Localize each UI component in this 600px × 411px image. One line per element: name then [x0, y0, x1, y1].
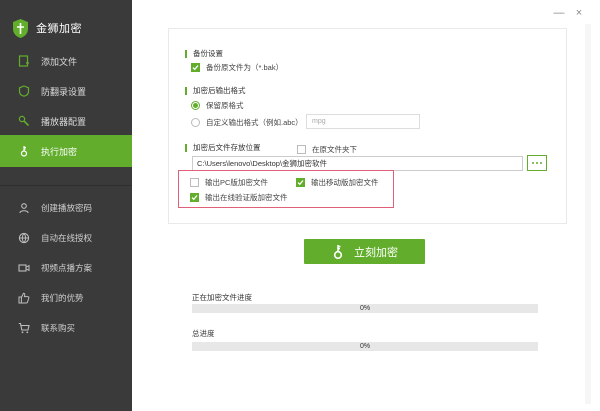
- sidebar-item-label: 联系购买: [41, 323, 76, 333]
- total-progress-label: 总进度: [192, 329, 215, 338]
- sidebar-item-add-file[interactable]: 添加文件: [0, 45, 132, 77]
- sidebar-item-encrypt[interactable]: 执行加密: [0, 135, 132, 167]
- key-icon: [333, 244, 343, 259]
- sidebar-item-contact-purchase[interactable]: 联系购买: [0, 312, 132, 344]
- globe-icon: [18, 232, 30, 244]
- backup-checkbox-label: 备份原文件为（*.bak）: [206, 63, 284, 72]
- backup-checkbox[interactable]: [191, 63, 200, 72]
- browse-button[interactable]: [527, 155, 547, 171]
- current-progress-bar: 0%: [192, 304, 538, 313]
- sidebar-item-label: 播放器配置: [41, 116, 87, 127]
- in-source-folder-row[interactable]: 在原文件夹下: [297, 144, 357, 155]
- backup-checkbox-row[interactable]: 备份原文件为（*.bak）: [191, 62, 283, 73]
- scrollbar-thumb[interactable]: [585, 24, 591, 404]
- sidebar: 金狮加密 添加文件 防翻录设置 播放器配置 执行加密 创建播放密码 自动在线授权…: [0, 0, 132, 411]
- pc-version-label: 输出PC版加密文件: [205, 178, 268, 187]
- video-icon: [18, 262, 30, 274]
- save-location-title: 加密后文件存放位置: [185, 144, 261, 152]
- in-source-folder-label: 在原文件夹下: [312, 145, 357, 154]
- dot-icon: [532, 162, 534, 164]
- user-icon: [18, 202, 30, 214]
- mobile-version-checkbox[interactable]: [296, 178, 305, 187]
- cart-icon: [18, 322, 30, 334]
- add-file-icon: [18, 55, 30, 67]
- pc-version-row[interactable]: 输出PC版加密文件: [190, 177, 268, 188]
- wrench-icon: [18, 115, 30, 127]
- sidebar-item-label: 防翻录设置: [41, 86, 87, 97]
- dot-icon: [536, 162, 538, 164]
- sidebar-divider: [0, 185, 132, 186]
- minimize-button[interactable]: —: [552, 6, 566, 20]
- encrypt-now-button[interactable]: 立刻加密: [304, 239, 425, 264]
- app-title: 金狮加密: [36, 23, 82, 35]
- custom-format-input[interactable]: mpg: [306, 114, 420, 129]
- keep-format-radio-row[interactable]: 保留原格式: [191, 100, 244, 111]
- current-progress-text: 0%: [359, 305, 371, 312]
- pc-version-checkbox[interactable]: [190, 178, 199, 187]
- sidebar-item-label: 执行加密: [41, 146, 78, 157]
- total-progress-text: 0%: [359, 343, 371, 350]
- sidebar-item-label: 自动在线授权: [41, 233, 93, 243]
- sidebar-item-anti-recording[interactable]: 防翻录设置: [0, 75, 132, 107]
- online-version-row[interactable]: 输出在线验证版加密文件: [190, 192, 288, 203]
- sidebar-item-player-config[interactable]: 播放器配置: [0, 105, 132, 137]
- save-path-input[interactable]: C:\Users\lenovo\Desktop\金狮加密软件: [192, 156, 523, 171]
- output-format-title: 加密后输出格式: [185, 87, 246, 95]
- thumbs-up-icon: [18, 292, 30, 304]
- key-icon: [18, 145, 30, 157]
- online-version-label: 输出在线验证版加密文件: [205, 193, 288, 202]
- online-version-checkbox[interactable]: [190, 193, 199, 202]
- keep-format-radio[interactable]: [191, 101, 200, 110]
- sidebar-item-advantages[interactable]: 我们的优势: [0, 282, 132, 314]
- brand: 金狮加密: [12, 17, 82, 39]
- dot-icon: [540, 162, 542, 164]
- sidebar-item-create-password[interactable]: 创建播放密码: [0, 192, 132, 224]
- lion-shield-logo: [13, 18, 28, 38]
- sidebar-item-label: 添加文件: [41, 56, 78, 67]
- custom-format-radio[interactable]: [191, 118, 200, 127]
- sidebar-item-online-auth[interactable]: 自动在线授权: [0, 222, 132, 254]
- scrollbar[interactable]: [585, 24, 591, 404]
- sidebar-item-label: 我们的优势: [41, 293, 84, 303]
- mobile-version-label: 输出移动版加密文件: [311, 178, 379, 187]
- mobile-version-row[interactable]: 输出移动版加密文件: [296, 177, 379, 188]
- sidebar-item-label: 创建播放密码: [41, 203, 93, 213]
- custom-format-label: 自定义输出格式（例如.abc）: [206, 118, 303, 127]
- total-progress-bar: 0%: [192, 342, 538, 351]
- sidebar-item-vod[interactable]: 视频点播方案: [0, 252, 132, 284]
- in-source-folder-checkbox[interactable]: [297, 145, 306, 154]
- backup-section-title: 备份设置: [185, 50, 223, 58]
- sidebar-item-label: 视频点播方案: [41, 263, 93, 273]
- custom-format-radio-row[interactable]: 自定义输出格式（例如.abc）: [191, 117, 303, 128]
- keep-format-label: 保留原格式: [206, 101, 244, 110]
- shield-icon: [18, 85, 30, 97]
- encrypt-now-label: 立刻加密: [354, 246, 398, 259]
- close-button[interactable]: ×: [572, 6, 586, 20]
- current-progress-label: 正在加密文件进度: [192, 293, 252, 302]
